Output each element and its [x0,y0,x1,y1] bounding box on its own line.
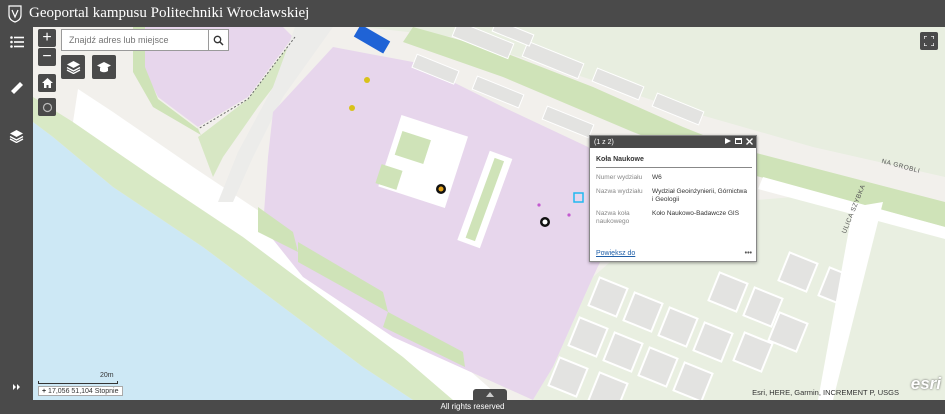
home-icon[interactable] [38,74,56,92]
popup-row: Nazwa koła naukowego Koło Naukowo-Badawc… [596,210,756,226]
popup-footer: Powiększ do ••• [596,250,752,257]
basemap [33,27,945,400]
popup-row-label: Nazwa wydziału [596,188,643,195]
fullscreen-icon[interactable] [920,32,938,50]
popup-row-label: Numer wydziału [596,174,643,181]
zoom-to-link[interactable]: Powiększ do [596,250,635,257]
popup-counter: (1 z 2) [594,138,614,146]
app-root: Geoportal kampusu Politechniki Wrocławsk… [0,0,945,414]
layers-icon[interactable] [0,121,33,151]
popup-header: (1 z 2) [590,136,756,148]
double-chevron-right-icon[interactable] [0,377,33,397]
graduation-cap-icon[interactable] [92,55,116,79]
top-bar: Geoportal kampusu Politechniki Wrocławsk… [0,0,945,27]
map-attribution: Esri, HERE, Garmin, INCREMENT P, USGS [752,388,899,397]
app-title: Geoportal kampusu Politechniki Wrocławsk… [29,5,310,21]
coordinates-readout: + 17,056 51,104 Stopnie [38,386,123,396]
popup-row: Numer wydziału W6 [596,174,756,182]
zoom-out-button[interactable]: − [38,48,56,66]
popup-row-value: W6 [652,174,662,181]
feature-popup: (1 z 2) Koła Naukowe Numer wydziału W6 N… [589,135,757,262]
popup-row-value: Koło Naukowo-Badawcze GIS [652,210,740,217]
footer-bar: All rights reserved [0,400,945,414]
esri-logo: esri [910,374,941,393]
marker-yellow-2 [349,105,355,111]
marker-yellow-1 [364,77,370,83]
popup-row-value: Wydział Geoinżynierii, Górnictwa i Geolo… [652,188,747,203]
search-box [61,29,229,51]
blue-building [353,27,391,54]
next-feature-icon[interactable] [725,138,731,146]
scale-label: 20m [100,372,114,379]
more-options-icon[interactable]: ••• [745,250,752,257]
popup-row: Nazwa wydziału Wydział Geoinżynierii, Gó… [596,188,756,204]
close-icon[interactable] [746,137,753,147]
scale-bar: 20m [38,372,118,384]
zoom-in-button[interactable]: + [38,29,56,47]
list-icon[interactable] [0,27,33,57]
university-logo [5,4,25,24]
ruler-icon[interactable] [0,73,33,103]
coordinates-text: 17,056 51,104 Stopnie [48,388,119,395]
chevron-up-icon[interactable] [473,389,507,400]
sidebar [0,27,33,400]
search-icon[interactable] [208,30,228,50]
popup-title: Koła Naukowe [596,156,752,168]
coordinates-toggle-icon[interactable]: + [42,388,46,395]
footer-text: All rights reserved [440,402,505,411]
locate-icon[interactable] [38,98,56,116]
dock-icon[interactable] [735,138,742,146]
map-view[interactable]: NA GROBLI ULICA SZYBKA + − Znajdź adres … [33,27,945,400]
basemap-layers-icon[interactable] [61,55,85,79]
search-input[interactable] [62,30,208,50]
popup-row-label: Nazwa koła naukowego [596,210,630,225]
